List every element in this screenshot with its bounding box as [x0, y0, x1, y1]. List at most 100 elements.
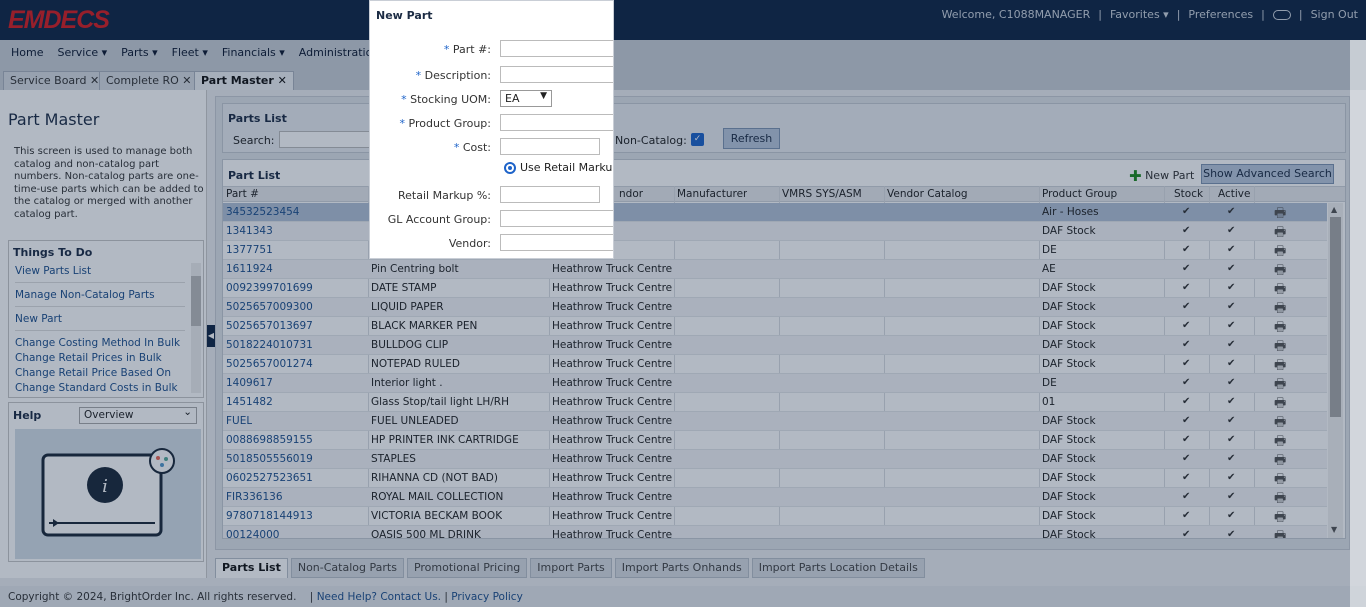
- description-field[interactable]: [500, 66, 613, 83]
- signout-link[interactable]: Sign Out: [1311, 8, 1358, 21]
- favorites-menu[interactable]: Favorites ▾: [1110, 8, 1169, 21]
- col-vmrs[interactable]: VMRS SYS/ASM: [782, 188, 862, 200]
- table-row[interactable]: 0092399701699 DATE STAMP Heathrow Truck Ce…: [223, 279, 1327, 298]
- table-row[interactable]: 0602527523651 RIHANNA CD (ÑOT BAD) Heathro…: [223, 469, 1327, 488]
- part-number-cell[interactable]: 1341343: [226, 225, 273, 237]
- table-row[interactable]: FIR336136 ROYAL MAIL COLLECTION Heathrow T…: [223, 488, 1327, 507]
- product-group-field[interactable]: [500, 114, 613, 131]
- page-scrollbar[interactable]: [1350, 40, 1366, 607]
- table-row[interactable]: 5018224010731 BULLDOG CLIP Heathrow Truck …: [223, 336, 1327, 355]
- table-row[interactable]: 5018505556019 STAPLES Heathrow Truck Centr…: [223, 450, 1327, 469]
- grid-scrollbar-thumb[interactable]: [1330, 217, 1341, 417]
- menu-parts[interactable]: Parts ▾: [114, 46, 164, 59]
- description-cell: Pin Centring bolt: [371, 263, 459, 275]
- part-number-cell[interactable]: 34532523454: [226, 206, 300, 218]
- table-row[interactable]: 1409617 Interior light . Heathrow Truck Ce…: [223, 374, 1327, 393]
- link-costing-method-bulk[interactable]: Change Costing Method In Bulk: [15, 337, 180, 349]
- help-topic-select[interactable]: Overview ⌄: [79, 406, 197, 424]
- table-row[interactable]: 1451482 Glass Stop/tail light LH/RH Heathr…: [223, 393, 1327, 412]
- part-number-cell[interactable]: 5025657009300: [226, 301, 313, 313]
- table-row[interactable]: 5025657013697 BLACK MARKER PEN Heathrow Tr…: [223, 317, 1327, 336]
- help-video-thumbnail[interactable]: i: [15, 429, 201, 559]
- use-retail-markup-radio[interactable]: [504, 162, 516, 174]
- part-number-cell[interactable]: 5018224010731: [226, 339, 313, 351]
- menu-home[interactable]: Home: [4, 46, 50, 59]
- part-number-cell[interactable]: 5025657013697: [226, 320, 313, 332]
- part-number-cell[interactable]: 5025657001274: [226, 358, 313, 370]
- part-number-cell[interactable]: 1451482: [226, 396, 273, 408]
- link-new-part[interactable]: New Part: [15, 313, 62, 325]
- chevron-down-icon[interactable]: ▼: [1331, 525, 1337, 534]
- app-logo[interactable]: EMDECS: [8, 6, 110, 35]
- col-vendor[interactable]: ndor: [619, 188, 643, 200]
- separator: |: [444, 591, 448, 603]
- col-stock[interactable]: Stock: [1174, 188, 1203, 200]
- privacy-link[interactable]: Privacy Policy: [451, 591, 523, 603]
- tab-service-board[interactable]: Service Board ✕: [3, 71, 107, 90]
- col-part-number[interactable]: Part #: [226, 188, 259, 200]
- table-row[interactable]: 00124000 OASIS 500 ML DRINK Heathrow Truck…: [223, 526, 1327, 538]
- vendor-field[interactable]: [500, 234, 613, 251]
- table-row[interactable]: 5025657009300 LIQUID PAPER Heathrow Truck …: [223, 298, 1327, 317]
- col-active[interactable]: Active: [1218, 188, 1250, 200]
- tab-parts-list[interactable]: Parts List: [215, 558, 288, 578]
- refresh-button[interactable]: Refresh: [723, 128, 780, 149]
- part-number-cell[interactable]: FUEL: [226, 415, 252, 427]
- preferences-link[interactable]: Preferences: [1188, 8, 1253, 21]
- part-number-cell[interactable]: 0602527523651: [226, 472, 313, 484]
- menu-fleet[interactable]: Fleet ▾: [165, 46, 215, 59]
- chevron-up-icon[interactable]: ▲: [1331, 205, 1337, 214]
- tab-complete-ro[interactable]: Complete RO ✕: [99, 71, 199, 90]
- active-check-icon: ✔: [1227, 491, 1236, 502]
- gl-account-field[interactable]: [500, 210, 613, 227]
- tab-part-master[interactable]: Part Master ✕: [194, 71, 294, 90]
- link-manage-non-catalog[interactable]: Manage Non-Catalog Parts: [15, 289, 155, 301]
- tab-import-parts[interactable]: Import Parts: [530, 558, 612, 578]
- toggle-icon[interactable]: [1272, 9, 1291, 20]
- table-row[interactable]: 1611924 Pin Centring bolt Heathrow Truck C…: [223, 260, 1327, 279]
- advanced-search-button[interactable]: Show Advanced Search: [1201, 164, 1334, 184]
- part-number-field[interactable]: [500, 40, 613, 57]
- description-cell: Glass Stop/tail light LH/RH: [371, 396, 509, 408]
- footer: Copyright © 2024, BrightOrder Inc. All r…: [0, 586, 1366, 607]
- collapse-panel-icon[interactable]: ◀: [207, 325, 215, 347]
- tab-import-onhands[interactable]: Import Parts Onhands: [614, 558, 749, 578]
- non-catalog-checkbox[interactable]: ✓: [691, 133, 704, 146]
- printer-icon[interactable]: 🖶: [1274, 527, 1286, 538]
- retail-markup-field[interactable]: [500, 186, 600, 203]
- part-number-cell[interactable]: 0088698859155: [226, 434, 313, 446]
- part-number-cell[interactable]: 1377751: [226, 244, 273, 256]
- search-label: Search:: [233, 134, 275, 147]
- new-part-button[interactable]: ✚ New Part: [1129, 167, 1194, 185]
- part-number-cell[interactable]: 00124000: [226, 529, 279, 538]
- tab-import-location-details[interactable]: Import Parts Location Details: [751, 558, 925, 578]
- link-standard-costs-bulk[interactable]: Change Standard Costs in Bulk: [15, 382, 178, 394]
- things-scrollbar-thumb[interactable]: [191, 276, 201, 326]
- link-retail-prices-bulk[interactable]: Change Retail Prices in Bulk: [15, 352, 162, 364]
- uom-select[interactable]: EA ▼: [500, 90, 552, 107]
- part-number-cell[interactable]: 1409617: [226, 377, 273, 389]
- col-product-group[interactable]: Product Group: [1042, 188, 1117, 200]
- part-number-cell[interactable]: 5018505556019: [226, 453, 313, 465]
- table-row[interactable]: FUEL FUEL UNLEADED Heathrow Truck Centre DA…: [223, 412, 1327, 431]
- table-row[interactable]: 0088698859155 HP PRINTER INK CARTRIDGE Hea…: [223, 431, 1327, 450]
- link-view-parts-list[interactable]: View Parts List: [15, 265, 91, 277]
- grid-scrollbar[interactable]: ▲ ▼: [1328, 203, 1343, 538]
- active-check-icon: ✔: [1227, 529, 1236, 538]
- table-row[interactable]: 9780718144913 VICTORIA BECKAM BOOK Heathro…: [223, 507, 1327, 526]
- part-number-cell[interactable]: 0092399701699: [226, 282, 313, 294]
- table-row[interactable]: 5025657001274 NOTEPAD RULED Heathrow Truck…: [223, 355, 1327, 374]
- col-manufacturer[interactable]: Manufacturer: [677, 188, 747, 200]
- part-number-cell[interactable]: 1611924: [226, 263, 273, 275]
- menu-financials[interactable]: Financials ▾: [215, 46, 292, 59]
- col-vendor-catalog[interactable]: Vendor Catalog: [887, 188, 968, 200]
- cost-field[interactable]: [500, 138, 600, 155]
- tab-non-catalog-parts[interactable]: Non-Catalog Parts: [290, 558, 404, 578]
- part-number-cell[interactable]: FIR336136: [226, 491, 283, 503]
- tab-promotional-pricing[interactable]: Promotional Pricing: [406, 558, 528, 578]
- part-number-cell[interactable]: 9780718144913: [226, 510, 313, 522]
- description-cell: BLACK MARKER PEN: [371, 320, 478, 332]
- help-contact-link[interactable]: Need Help? Contact Us.: [317, 591, 441, 603]
- link-retail-price-based-on[interactable]: Change Retail Price Based On: [15, 367, 171, 379]
- menu-service[interactable]: Service ▾: [50, 46, 114, 59]
